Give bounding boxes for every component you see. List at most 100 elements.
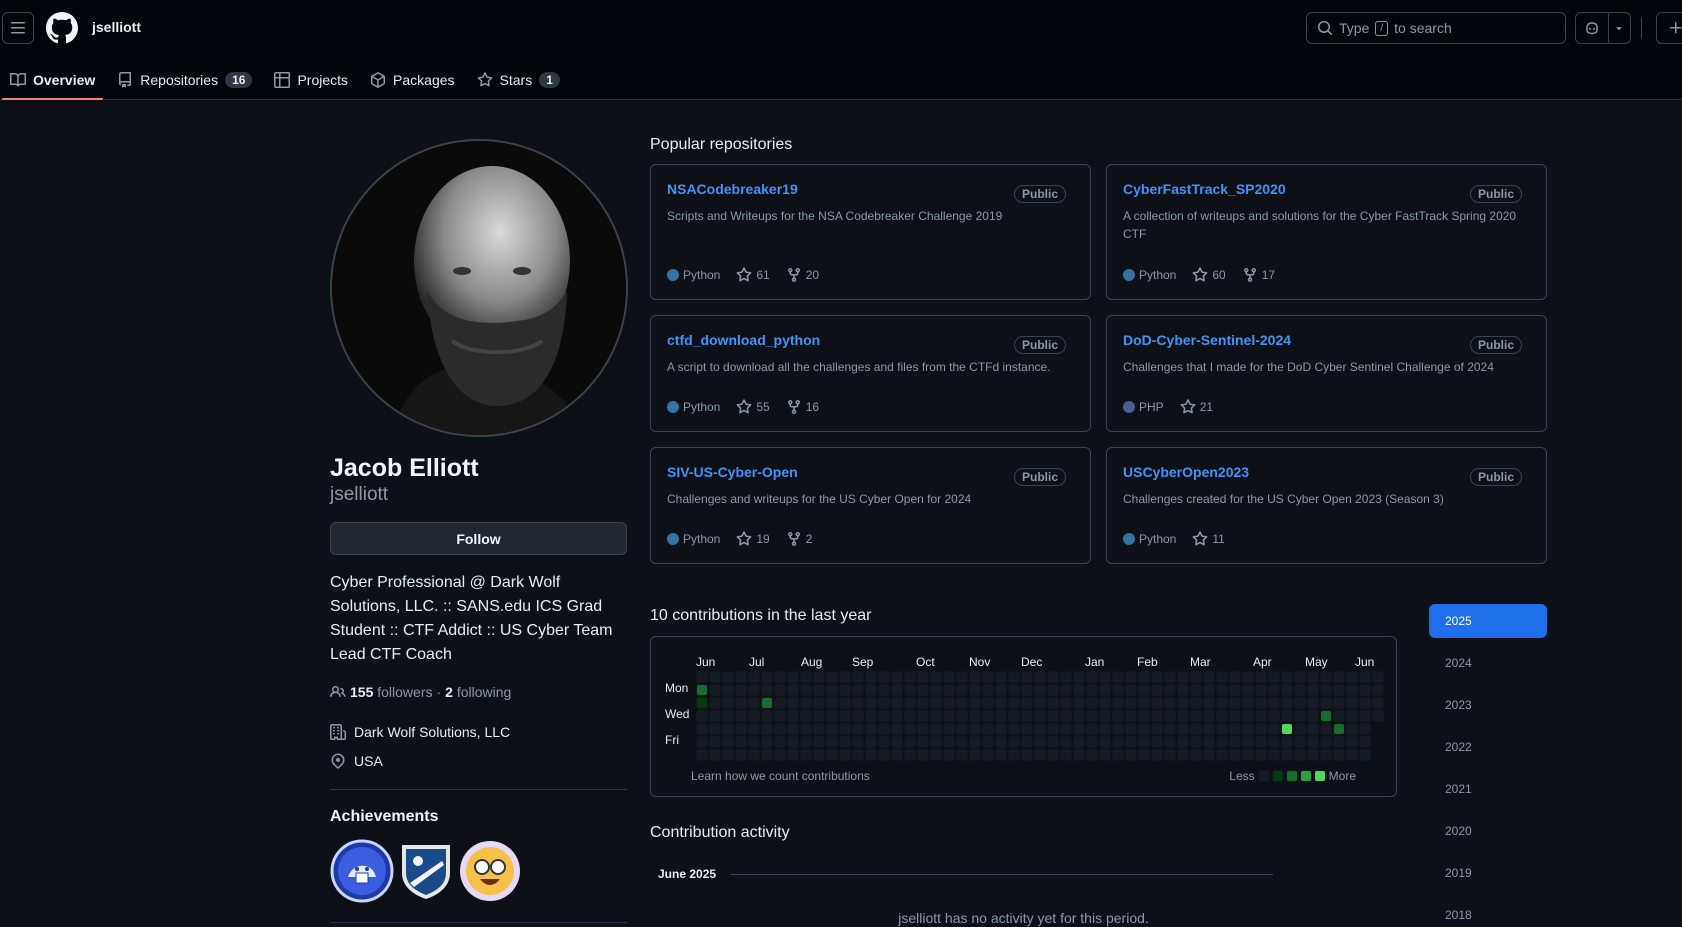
contribution-day[interactable] [1100, 672, 1110, 682]
learn-contributions-link[interactable]: Learn how we count contributions [691, 769, 870, 783]
contribution-day[interactable] [879, 724, 889, 734]
contribution-day[interactable] [775, 672, 785, 682]
contribution-day[interactable] [1022, 711, 1032, 721]
contribution-day[interactable] [697, 672, 707, 682]
contribution-day[interactable] [944, 711, 954, 721]
contribution-day[interactable] [1048, 685, 1058, 695]
tab-stars[interactable]: Stars 1 [467, 60, 570, 100]
contribution-day[interactable] [1269, 685, 1279, 695]
contribution-day[interactable] [944, 724, 954, 734]
contribution-day[interactable] [1087, 672, 1097, 682]
follow-button[interactable]: Follow [330, 522, 627, 555]
repo-stars-link[interactable]: 11 [1192, 531, 1225, 547]
repo-name-link[interactable]: USCyberOpen2023 [1123, 464, 1249, 480]
contribution-day[interactable] [983, 685, 993, 695]
contribution-day[interactable] [723, 685, 733, 695]
contribution-day[interactable] [944, 698, 954, 708]
contribution-day[interactable] [1256, 750, 1266, 760]
contribution-day[interactable] [957, 711, 967, 721]
contribution-day[interactable] [853, 672, 863, 682]
contribution-day[interactable] [996, 711, 1006, 721]
create-new-button[interactable] [1656, 12, 1682, 44]
contribution-day[interactable] [801, 685, 811, 695]
contribution-day[interactable] [1230, 724, 1240, 734]
contribution-day[interactable] [1282, 685, 1292, 695]
contribution-day[interactable] [1269, 672, 1279, 682]
contribution-day[interactable] [1100, 711, 1110, 721]
contribution-day[interactable] [905, 672, 915, 682]
contribution-day[interactable] [801, 750, 811, 760]
contribution-day[interactable] [1204, 711, 1214, 721]
contribution-day[interactable] [749, 698, 759, 708]
contribution-day[interactable] [1074, 711, 1084, 721]
contribution-day[interactable] [1087, 724, 1097, 734]
contribution-day[interactable] [1295, 672, 1305, 682]
contribution-day[interactable] [996, 737, 1006, 747]
contribution-day[interactable] [1295, 711, 1305, 721]
contribution-day[interactable] [1113, 737, 1123, 747]
contribution-day[interactable] [762, 750, 772, 760]
contribution-day[interactable] [1217, 698, 1227, 708]
copilot-dropdown-button[interactable] [1609, 13, 1630, 43]
contribution-day[interactable] [1308, 685, 1318, 695]
contribution-day[interactable] [762, 698, 772, 708]
contribution-day[interactable] [723, 737, 733, 747]
contribution-day[interactable] [1308, 750, 1318, 760]
contribution-day[interactable] [1022, 672, 1032, 682]
contribution-day[interactable] [814, 672, 824, 682]
contribution-day[interactable] [723, 724, 733, 734]
contribution-day[interactable] [918, 698, 928, 708]
contribution-day[interactable] [1178, 724, 1188, 734]
contribution-day[interactable] [749, 724, 759, 734]
contribution-day[interactable] [1308, 724, 1318, 734]
contribution-day[interactable] [1334, 724, 1344, 734]
contribution-day[interactable] [1217, 750, 1227, 760]
contribution-day[interactable] [892, 724, 902, 734]
contribution-day[interactable] [749, 737, 759, 747]
contribution-day[interactable] [1139, 750, 1149, 760]
contribution-day[interactable] [1360, 672, 1370, 682]
contribution-day[interactable] [1087, 711, 1097, 721]
contribution-day[interactable] [983, 711, 993, 721]
contribution-day[interactable] [1152, 685, 1162, 695]
contribution-day[interactable] [905, 685, 915, 695]
contribution-day[interactable] [1022, 685, 1032, 695]
contribution-day[interactable] [1321, 672, 1331, 682]
tab-projects[interactable]: Projects [264, 60, 358, 100]
contribution-day[interactable] [1126, 698, 1136, 708]
contribution-day[interactable] [853, 685, 863, 695]
contribution-day[interactable] [801, 672, 811, 682]
contribution-day[interactable] [1347, 711, 1357, 721]
header-username-link[interactable]: jselliott [92, 19, 141, 35]
github-logo-icon[interactable] [46, 12, 78, 44]
contribution-day[interactable] [1022, 698, 1032, 708]
contribution-day[interactable] [1295, 698, 1305, 708]
repo-stars-link[interactable]: 61 [736, 267, 770, 283]
contribution-day[interactable] [710, 672, 720, 682]
contribution-day[interactable] [775, 737, 785, 747]
contribution-day[interactable] [697, 750, 707, 760]
contribution-day[interactable] [827, 685, 837, 695]
contribution-day[interactable] [1061, 737, 1071, 747]
contribution-day[interactable] [1295, 750, 1305, 760]
contribution-day[interactable] [866, 711, 876, 721]
contribution-day[interactable] [1373, 672, 1383, 682]
contribution-day[interactable] [762, 685, 772, 695]
contribution-day[interactable] [931, 737, 941, 747]
contribution-day[interactable] [1048, 737, 1058, 747]
contribution-day[interactable] [1204, 698, 1214, 708]
contribution-day[interactable] [1308, 711, 1318, 721]
contribution-day[interactable] [840, 711, 850, 721]
contribution-day[interactable] [918, 711, 928, 721]
contribution-day[interactable] [1035, 685, 1045, 695]
contribution-day[interactable] [801, 724, 811, 734]
contribution-day[interactable] [1035, 737, 1045, 747]
contribution-day[interactable] [1165, 672, 1175, 682]
contribution-day[interactable] [1256, 737, 1266, 747]
contribution-day[interactable] [1009, 750, 1019, 760]
contribution-day[interactable] [1373, 685, 1383, 695]
contribution-day[interactable] [1282, 672, 1292, 682]
year-link[interactable]: 2020 [1429, 814, 1547, 848]
contribution-day[interactable] [1230, 737, 1240, 747]
contribution-day[interactable] [840, 672, 850, 682]
